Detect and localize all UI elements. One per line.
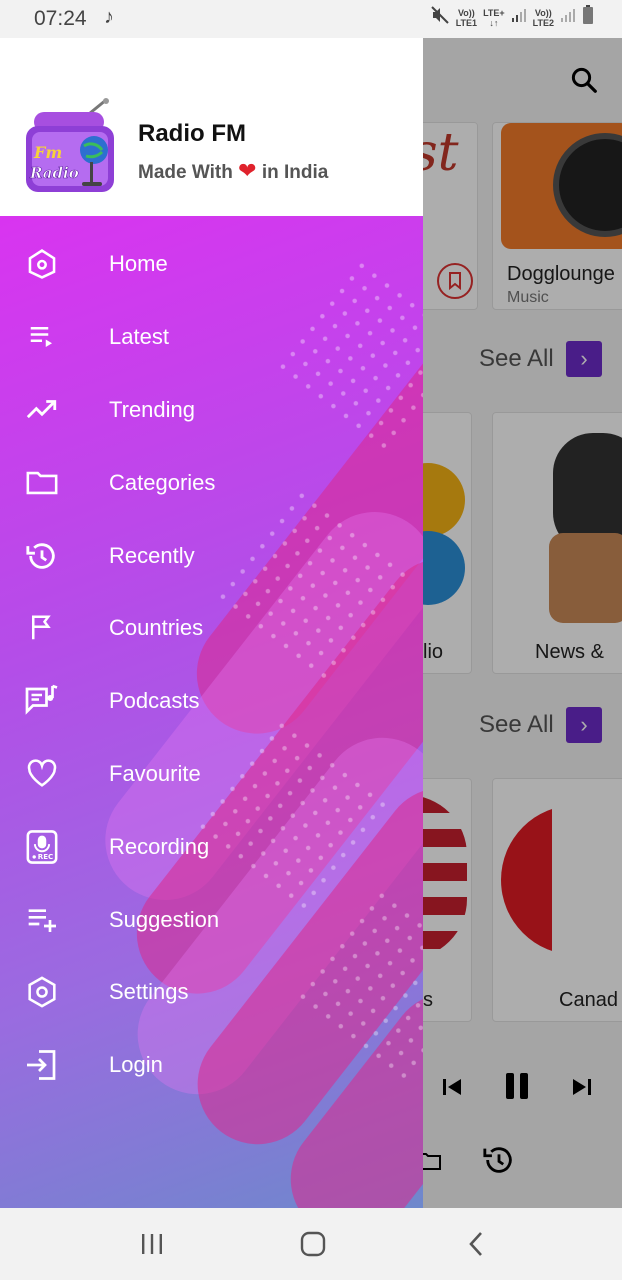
menu-label: Recording — [109, 833, 210, 859]
settings-icon — [24, 974, 60, 1010]
menu-item-trending[interactable]: Trending — [0, 374, 423, 447]
drawer-header: Fm Radio Radio FM Made With ❤ in India — [0, 38, 423, 216]
app-name: Radio FM — [138, 120, 246, 147]
heart-icon — [24, 756, 60, 792]
menu-item-recently[interactable]: Recently — [0, 519, 423, 592]
menu-item-countries[interactable]: Countries — [0, 592, 423, 665]
playlist-add-icon — [24, 902, 60, 938]
svg-text:REC: REC — [38, 852, 53, 861]
app-tagline: Made With ❤ in India — [138, 158, 329, 183]
menu-item-categories[interactable]: Categories — [0, 446, 423, 519]
svg-text:Radio: Radio — [29, 164, 79, 182]
menu-label: Trending — [109, 396, 196, 422]
menu-label: Podcasts — [109, 688, 200, 714]
navigation-drawer: Fm Radio Radio FM Made With ❤ in India H… — [0, 38, 423, 1208]
menu-label: Latest — [109, 324, 169, 350]
heart-icon: ❤ — [238, 158, 257, 183]
menu-item-suggestion[interactable]: Suggestion — [0, 883, 423, 956]
history-icon — [24, 538, 60, 574]
system-navigation-bar — [0, 1208, 622, 1280]
menu-item-latest[interactable]: Latest — [0, 301, 423, 374]
trending-icon — [24, 392, 60, 428]
menu-item-recording[interactable]: REC Recording — [0, 810, 423, 883]
home-icon — [24, 246, 60, 282]
menu-label: Categories — [109, 469, 216, 495]
menu-item-settings[interactable]: Settings — [0, 956, 423, 1029]
menu-item-login[interactable]: Login — [0, 1029, 423, 1102]
music-note-icon: ♪ — [104, 6, 114, 28]
signal-icon — [560, 7, 576, 28]
svg-text:Fm: Fm — [33, 143, 62, 162]
menu-label: Suggestion — [109, 906, 220, 932]
signal-icon — [511, 7, 527, 28]
status-bar: 07:24 ♪ Vo)) LTE1 LTE+ ↓↑ Vo)) LTE2 — [0, 0, 622, 38]
menu-label: Login — [109, 1052, 163, 1078]
mute-icon — [430, 5, 450, 30]
menu-label: Recently — [109, 542, 195, 568]
menu-item-podcasts[interactable]: Podcasts — [0, 665, 423, 738]
podcast-icon — [24, 683, 60, 719]
recent-apps-icon[interactable] — [132, 1226, 172, 1262]
home-button-icon[interactable] — [293, 1226, 333, 1262]
network-sim1-type: LTE+ ↓↑ — [483, 7, 505, 28]
network-sim1: Vo)) LTE1 — [455, 7, 478, 28]
back-icon[interactable] — [456, 1226, 496, 1262]
playlist-icon — [24, 319, 60, 355]
status-icons: Vo)) LTE1 LTE+ ↓↑ Vo)) LTE2 — [430, 5, 594, 30]
menu-label: Home — [109, 251, 168, 277]
menu-label: Settings — [109, 979, 189, 1005]
login-icon — [24, 1047, 60, 1083]
status-time: 07:24 — [34, 7, 87, 30]
flag-icon — [24, 610, 60, 646]
menu-item-home[interactable]: Home — [0, 228, 423, 301]
drawer-menu: Home Latest Trending Categories Recently… — [0, 228, 423, 1102]
menu-item-favourite[interactable]: Favourite — [0, 738, 423, 811]
network-sim2: Vo)) LTE2 — [532, 7, 554, 28]
menu-label: Countries — [109, 615, 204, 641]
drawer-menu-area: Home Latest Trending Categories Recently… — [0, 216, 423, 1208]
menu-label: Favourite — [109, 760, 201, 786]
battery-icon — [582, 5, 594, 30]
app-logo: Fm Radio — [24, 98, 118, 196]
folder-icon — [24, 465, 60, 501]
mic-rec-icon: REC — [24, 829, 60, 865]
